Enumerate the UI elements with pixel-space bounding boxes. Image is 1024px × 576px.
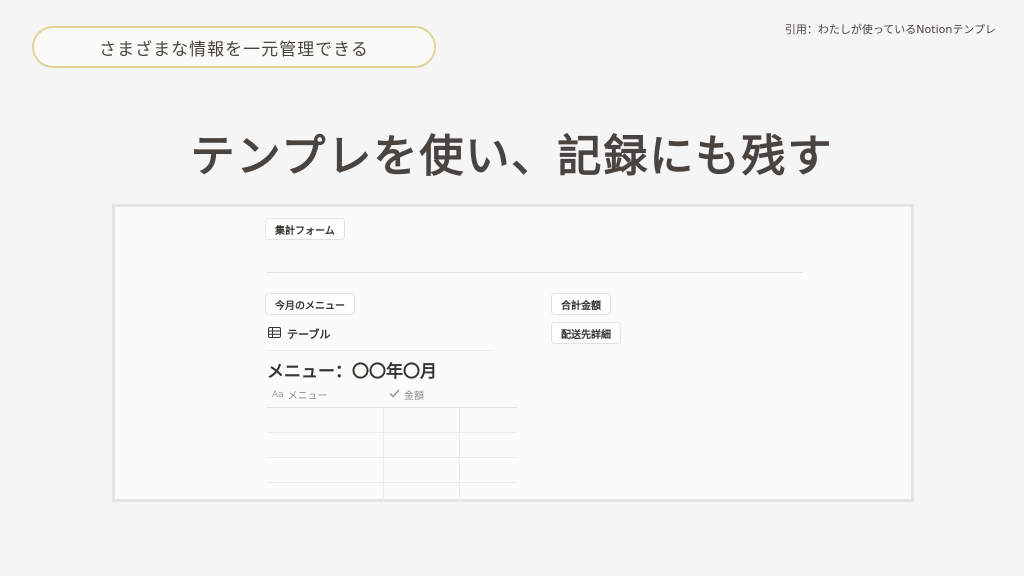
column-header-amount[interactable]: 金額 xyxy=(389,387,424,402)
column-header-menu-label: メニュー xyxy=(287,391,328,402)
citation-text: 引用：わたしが使っているNotionテンプレ xyxy=(784,23,996,36)
checkmark-icon xyxy=(389,389,400,401)
divider xyxy=(267,272,803,273)
table-header-border xyxy=(267,407,517,408)
aggregate-form-button[interactable]: 集計フォーム xyxy=(265,218,345,240)
table-row[interactable] xyxy=(267,482,517,483)
this-month-menu-button[interactable]: 今月のメニュー xyxy=(265,293,355,315)
shipping-details-button-label: 配送先詳細 xyxy=(561,329,611,341)
table-icon xyxy=(268,327,281,341)
this-month-menu-button-label: 今月のメニュー xyxy=(275,300,345,312)
aggregate-form-button-label: 集計フォーム xyxy=(275,225,335,237)
notion-screenshot: 集計フォーム 今月のメニュー 合計金額 配送先詳細 テーブル メニュー：〇〇年〇… xyxy=(112,204,914,502)
text-property-icon: Aa xyxy=(272,389,284,400)
column-header-menu[interactable]: Aa メニュー xyxy=(272,387,328,403)
database-view-name: テーブル xyxy=(287,328,331,341)
table-row[interactable] xyxy=(267,457,517,458)
table-row[interactable] xyxy=(267,432,517,433)
total-amount-button[interactable]: 合計金額 xyxy=(551,293,611,315)
database-title: メニュー：〇〇年〇月 xyxy=(267,362,437,382)
total-amount-button-label: 合計金額 xyxy=(561,300,601,312)
shipping-details-button[interactable]: 配送先詳細 xyxy=(551,322,621,344)
database-view-tab[interactable]: テーブル xyxy=(268,326,330,342)
slide: さまざまな情報を一元管理できる 引用：わたしが使っているNotionテンプレ テ… xyxy=(0,0,1024,576)
page-title: テンプレを使い、記録にも残す xyxy=(190,131,834,182)
table-column-divider xyxy=(383,407,384,502)
column-header-amount-label: 金額 xyxy=(404,391,424,402)
table-column-divider xyxy=(459,407,460,502)
category-pill-label: さまざまな情報を一元管理できる xyxy=(99,39,369,60)
category-pill: さまざまな情報を一元管理できる xyxy=(32,26,436,68)
view-tab-underline xyxy=(267,350,493,351)
